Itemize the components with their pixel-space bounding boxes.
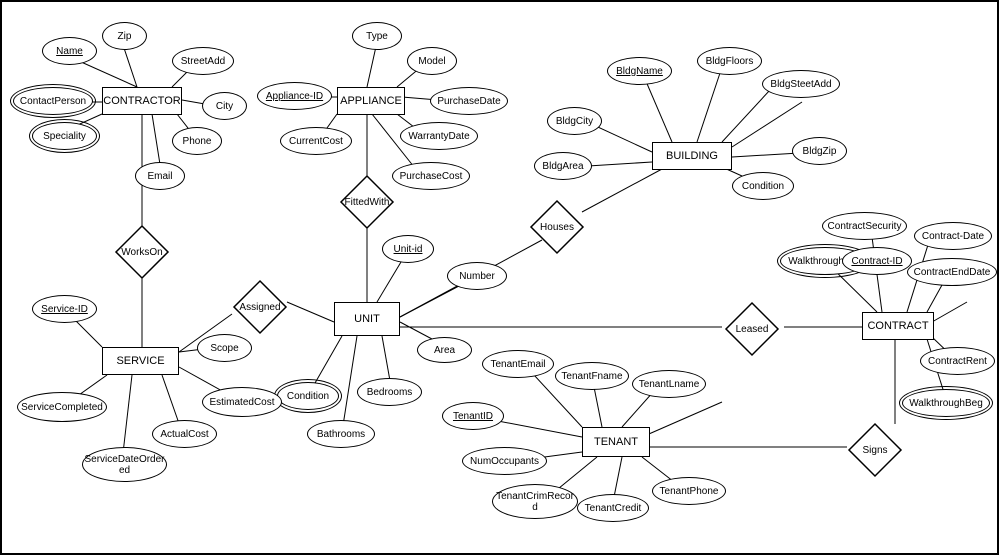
attr-contract-id: Contract-ID [842,247,912,275]
attr-service-id: Service-ID [32,295,97,323]
rel-workson: WorksOn [112,222,172,282]
entity-contractor: CONTRACTOR [102,87,182,115]
entity-service: SERVICE [102,347,179,375]
rel-houses: Houses [527,197,587,257]
attr-contractor-streetadd: StreetAdd [172,47,234,75]
entity-unit: UNIT [334,302,400,336]
attr-building-bldgarea: BldgArea [534,152,592,180]
rel-assigned: Assigned [230,277,290,337]
attr-service-completed: ServiceCompleted [17,392,107,422]
attr-building-bldgzip: BldgZip [792,137,847,165]
attr-contract-enddate: ContractEndDate [907,258,997,286]
entity-contract: CONTRACT [862,312,934,340]
rel-signs: Signs [845,420,905,480]
attr-tenant-fname: TenantFname [555,362,629,390]
attr-building-bldgname: BldgName [607,57,672,85]
rel-leased: Leased [722,299,782,359]
attr-contractor-city: City [202,92,247,120]
attr-building-bldgcity: BldgCity [547,107,602,135]
attr-service-estimatedcost: EstimatedCost [202,387,282,417]
attr-unit-number: Number [447,262,507,290]
attr-contract-rent: ContractRent [920,347,995,375]
rel-fittedwith: FittedWith [337,172,397,232]
attr-tenant-lname: TenantLname [632,370,706,398]
attr-unit-area: Area [417,337,472,363]
entity-appliance: APPLIANCE [337,87,405,115]
attr-contractor-phone: Phone [172,127,222,155]
attr-appliance-id: Appliance-ID [257,82,332,110]
attr-contractor-email: Email [135,162,185,190]
attr-unit-condition: Condition [277,382,339,410]
attr-service-actualcost: ActualCost [152,420,217,448]
er-diagram-canvas: CONTRACTOR APPLIANCE BUILDING UNIT SERVI… [0,0,999,555]
attr-tenant-id: TenantID [442,402,504,430]
attr-tenant-email: TenantEmail [482,350,554,378]
attr-appliance-type: Type [352,22,402,50]
entity-tenant: TENANT [582,427,650,457]
attr-building-condition: Condition [732,172,794,200]
attr-appliance-warrantydate: WarrantyDate [400,122,478,150]
attr-unit-bedrooms: Bedrooms [357,378,422,406]
attr-service-scope: Scope [197,334,252,362]
attr-building-bldgsteetadd: BldgSteetAdd [762,70,840,98]
attr-contractor-contactperson: ContactPerson [13,87,93,115]
attr-service-dateordered: ServiceDateOrdered [82,447,167,482]
attr-appliance-currentcost: CurrentCost [280,127,352,155]
attr-appliance-purchasedate: PurchaseDate [430,87,508,115]
attr-appliance-model: Model [407,47,457,75]
attr-appliance-purchasecost: PurchaseCost [392,162,470,190]
attr-contract-date: Contract-Date [914,222,992,250]
attr-tenant-numoccupants: NumOccupants [462,447,547,475]
attr-contract-security: ContractSecurity [822,212,907,240]
attr-tenant-crimrecord: TenantCrimRecord [492,484,578,519]
attr-tenant-credit: TenantCredit [577,494,649,522]
entity-building: BUILDING [652,142,732,170]
attr-contractor-name: Name [42,37,97,65]
attr-contract-walkbeg: WalkthroughBeg [902,389,990,417]
attr-contractor-speciality: Speciality [32,122,97,150]
attr-contractor-zip: Zip [102,22,147,50]
attr-unit-id: Unit-id [382,235,434,263]
attr-building-bldgfloors: BldgFloors [697,47,762,75]
attr-tenant-phone: TenantPhone [652,477,726,505]
attr-unit-bathrooms: Bathrooms [307,420,375,448]
